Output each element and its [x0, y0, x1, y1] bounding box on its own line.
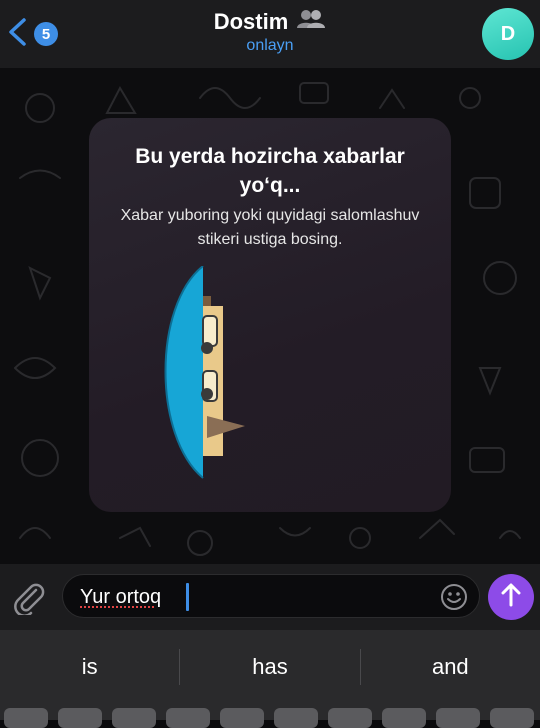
avatar[interactable]: D [482, 8, 534, 60]
key[interactable] [220, 708, 264, 728]
chevron-left-icon [6, 17, 28, 52]
contacts-icon [296, 8, 326, 36]
key[interactable] [436, 708, 480, 728]
key[interactable] [328, 708, 372, 728]
paperclip-icon[interactable] [12, 581, 46, 620]
key[interactable] [4, 708, 48, 728]
suggestion-item[interactable]: is [0, 654, 179, 680]
back-button[interactable]: 5 [6, 16, 58, 52]
key[interactable] [58, 708, 102, 728]
chat-header: 5 Dostim onlayn D [0, 0, 540, 68]
message-input[interactable]: Yur ortoq [62, 574, 480, 618]
key[interactable] [490, 708, 534, 728]
unread-count-badge: 5 [34, 22, 58, 46]
empty-chat-title: Bu yerda hozircha xabarlar yo‘q... [135, 145, 405, 197]
predictive-bar: is has and [0, 640, 540, 694]
chat-title-block[interactable]: Dostim onlayn [120, 8, 420, 56]
arrow-up-icon [499, 582, 523, 613]
greeting-sticker[interactable] [159, 265, 279, 491]
key[interactable] [112, 708, 156, 728]
key[interactable] [382, 708, 426, 728]
chat-title: Dostim [213, 9, 289, 34]
empty-chat-card: Bu yerda hozircha xabarlar yo‘q... Xabar… [89, 118, 451, 512]
key[interactable] [274, 708, 318, 728]
keyboard: is has and [0, 630, 540, 728]
chat-area: Bu yerda hozircha xabarlar yo‘q... Xabar… [0, 68, 540, 564]
online-status: onlayn [246, 37, 294, 54]
send-button[interactable] [488, 574, 534, 620]
suggestion-item[interactable]: and [361, 654, 540, 680]
suggestion-item[interactable]: has [180, 654, 359, 680]
text-caret [186, 583, 189, 611]
empty-chat-subtitle: Xabar yuboring yoki quyidagi salomlashuv… [120, 207, 420, 248]
key-row [0, 708, 540, 728]
sticker-emoji-icon[interactable] [439, 582, 469, 617]
key[interactable] [166, 708, 210, 728]
message-text: Yur ortoq [80, 586, 162, 608]
composer-bar: Yur ortoq [0, 564, 540, 630]
